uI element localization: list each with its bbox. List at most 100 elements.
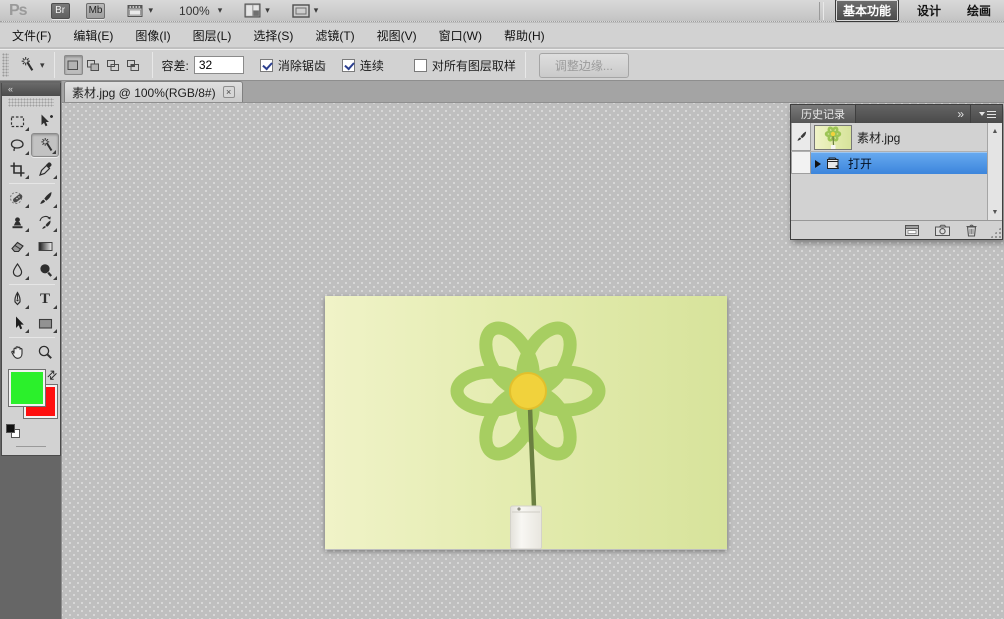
history-panel-tab[interactable]: 历史记录 xyxy=(791,105,856,123)
tool-move[interactable] xyxy=(31,109,59,133)
hand-icon xyxy=(9,344,26,361)
history-state-row[interactable]: 打开 xyxy=(791,152,987,174)
menu-image[interactable]: 图像(I) xyxy=(135,27,170,44)
collapse-icon: « xyxy=(8,84,12,94)
tool-clone-stamp[interactable] xyxy=(3,210,31,234)
tool-eraser[interactable] xyxy=(3,234,31,258)
scroll-down-icon[interactable]: ▼ xyxy=(989,206,1001,218)
flyout-indicator xyxy=(53,252,57,256)
sample-all-layers-label: 对所有图层取样 xyxy=(432,57,516,74)
contiguous-option[interactable]: 连续 xyxy=(342,57,384,74)
scroll-up-icon[interactable]: ▲ xyxy=(989,125,1001,137)
close-icon[interactable]: × xyxy=(223,86,235,98)
anti-alias-checkbox[interactable] xyxy=(260,59,273,72)
view-extras-dropdown[interactable]: ▾ xyxy=(127,4,153,18)
flyout-indicator xyxy=(25,305,29,309)
tool-eyedropper[interactable] xyxy=(31,157,59,181)
history-scrollbar[interactable]: ▲ ▼ xyxy=(987,123,1002,220)
foreground-color-swatch[interactable] xyxy=(9,370,45,406)
tool-blur[interactable] xyxy=(3,258,31,282)
history-source-row[interactable]: 素材.jpg xyxy=(791,123,987,152)
tool-lasso[interactable] xyxy=(3,133,31,157)
tolerance-label: 容差: xyxy=(162,57,189,74)
menu-lines-icon xyxy=(987,111,996,118)
swap-colors-icon[interactable]: ⇄ xyxy=(43,366,60,383)
tool-rectangular-marquee[interactable] xyxy=(3,109,31,133)
zoom-magnifier-icon xyxy=(37,344,54,361)
menu-window[interactable]: 窗口(W) xyxy=(439,27,482,44)
color-swatches: ⇄ xyxy=(2,368,60,440)
intersect-selection-button[interactable] xyxy=(124,55,143,75)
options-bar-grip[interactable] xyxy=(2,53,9,77)
menu-help[interactable]: 帮助(H) xyxy=(504,27,545,44)
tools-collapse-button[interactable]: « xyxy=(2,83,60,96)
flower-center xyxy=(510,373,546,409)
divider xyxy=(525,52,526,78)
workspace-essentials-button[interactable]: 基本功能 xyxy=(835,0,899,22)
menu-bar: 文件(F) 编辑(E) 图像(I) 图层(L) 选择(S) 滤镜(T) 视图(V… xyxy=(0,23,1004,48)
new-selection-button[interactable] xyxy=(64,55,83,75)
history-state-source-well[interactable] xyxy=(791,152,811,174)
tool-type[interactable]: T xyxy=(31,287,59,311)
history-brush-source-well[interactable] xyxy=(791,123,811,151)
default-colors-icon[interactable] xyxy=(6,424,20,438)
state-triangle-icon xyxy=(815,160,821,168)
new-document-from-state-icon[interactable] xyxy=(904,224,920,237)
divider xyxy=(819,2,824,20)
zoom-level-value[interactable]: 100% xyxy=(179,4,210,18)
delete-trash-icon[interactable] xyxy=(965,223,978,237)
tool-brush[interactable] xyxy=(31,186,59,210)
eyedropper-icon xyxy=(37,161,54,178)
add-to-selection-button[interactable] xyxy=(84,55,103,75)
document-tab-title: 素材.jpg @ 100%(RGB/8#) xyxy=(72,84,216,101)
tool-spot-healing-brush[interactable] xyxy=(3,186,31,210)
tool-history-brush[interactable] xyxy=(31,210,59,234)
tool-gradient[interactable] xyxy=(31,234,59,258)
tool-zoom[interactable] xyxy=(31,340,59,364)
zoom-level-dropdown[interactable]: ▾ xyxy=(218,5,223,16)
history-state-selected[interactable]: 打开 xyxy=(811,152,987,174)
menu-edit[interactable]: 编辑(E) xyxy=(73,27,113,44)
contiguous-checkbox[interactable] xyxy=(342,59,355,72)
tolerance-input[interactable] xyxy=(194,56,244,74)
history-panel-header: 历史记录 » xyxy=(791,105,1002,123)
arrange-documents-dropdown[interactable]: ▾ xyxy=(244,3,270,18)
subtract-from-selection-button[interactable] xyxy=(104,55,123,75)
tool-magic-wand[interactable] xyxy=(31,133,59,157)
menu-file[interactable]: 文件(F) xyxy=(12,27,51,44)
tool-pen[interactable] xyxy=(3,287,31,311)
dodge-icon xyxy=(37,262,54,279)
tool-preset-picker[interactable]: ▾ xyxy=(17,56,45,74)
flyout-indicator xyxy=(52,150,56,154)
tool-group-divider xyxy=(9,183,55,184)
tool-hand[interactable] xyxy=(3,340,31,364)
menu-view[interactable]: 视图(V) xyxy=(377,27,417,44)
collapse-to-icons-icon[interactable]: » xyxy=(957,107,962,121)
document-image[interactable] xyxy=(325,296,727,549)
tool-dodge[interactable] xyxy=(31,258,59,282)
menu-filter[interactable]: 滤镜(T) xyxy=(315,27,354,44)
screen-mode-dropdown[interactable]: ▾ xyxy=(292,4,319,18)
workspace-painting-button[interactable]: 绘画 xyxy=(967,2,991,19)
tools-panel-grip[interactable] xyxy=(8,98,54,107)
selection-mode-buttons xyxy=(64,55,143,75)
arrange-documents-icon xyxy=(244,3,261,18)
vase-detail xyxy=(517,507,520,510)
bridge-button[interactable]: Br xyxy=(51,3,70,19)
snapshot-camera-icon[interactable] xyxy=(934,224,951,237)
history-list: 素材.jpg 打开 ▲ ▼ xyxy=(791,123,1002,220)
menu-select[interactable]: 选择(S) xyxy=(253,27,293,44)
refine-edge-button[interactable]: 调整边缘... xyxy=(539,53,629,78)
mini-bridge-button[interactable]: Mb xyxy=(86,3,106,19)
tool-path-selection[interactable] xyxy=(3,311,31,335)
tool-crop[interactable] xyxy=(3,157,31,181)
history-panel-footer xyxy=(791,220,1002,239)
menu-layer[interactable]: 图层(L) xyxy=(193,27,232,44)
sample-all-layers-checkbox[interactable] xyxy=(414,59,427,72)
document-tab[interactable]: 素材.jpg @ 100%(RGB/8#) × xyxy=(64,81,243,102)
workspace-design-button[interactable]: 设计 xyxy=(917,2,941,19)
panel-menu-button[interactable] xyxy=(970,105,1002,123)
tool-rectangle-shape[interactable] xyxy=(31,311,59,335)
sample-all-layers-option[interactable]: 对所有图层取样 xyxy=(414,57,516,74)
anti-alias-option[interactable]: 消除锯齿 xyxy=(260,57,326,74)
